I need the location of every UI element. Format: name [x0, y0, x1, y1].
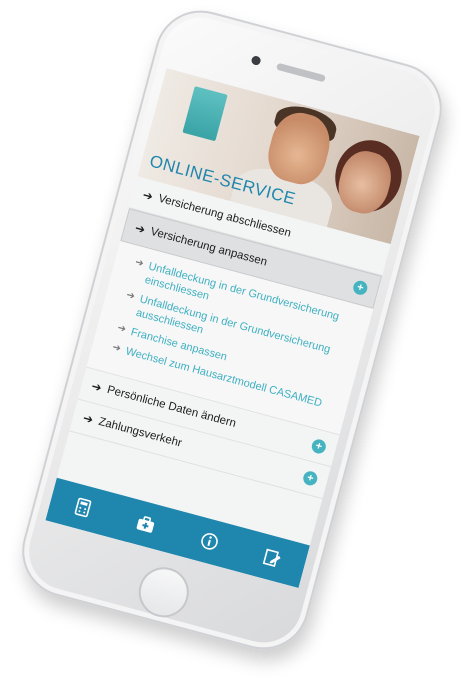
earpiece-speaker: [275, 62, 327, 83]
arrow-right-icon: ➔: [90, 378, 104, 395]
scene: ONLINE-SERVICE ➔ Versicherung abschliess…: [0, 0, 461, 680]
plus-icon[interactable]: +: [301, 469, 319, 487]
arrow-right-icon: ➔: [116, 322, 128, 336]
hero-card-graphic: [182, 86, 228, 142]
arrow-right-icon: ➔: [111, 341, 123, 355]
home-button[interactable]: [133, 561, 195, 623]
info-icon[interactable]: [193, 525, 225, 557]
arrow-right-icon: ➔: [133, 220, 147, 237]
arrow-right-icon: ➔: [81, 410, 95, 427]
phone-screen: ONLINE-SERVICE ➔ Versicherung abschliess…: [45, 68, 420, 589]
plus-icon[interactable]: +: [351, 279, 369, 297]
arrow-right-icon: ➔: [133, 256, 145, 270]
front-camera: [250, 55, 262, 67]
calculator-icon[interactable]: [67, 491, 99, 523]
edit-document-icon[interactable]: [257, 542, 289, 574]
phone-device: ONLINE-SERVICE ➔ Versicherung abschliess…: [11, 0, 453, 660]
plus-icon[interactable]: +: [310, 437, 328, 456]
arrow-right-icon: ➔: [125, 289, 136, 303]
medical-case-icon[interactable]: [130, 508, 162, 540]
arrow-right-icon: ➔: [141, 187, 155, 204]
